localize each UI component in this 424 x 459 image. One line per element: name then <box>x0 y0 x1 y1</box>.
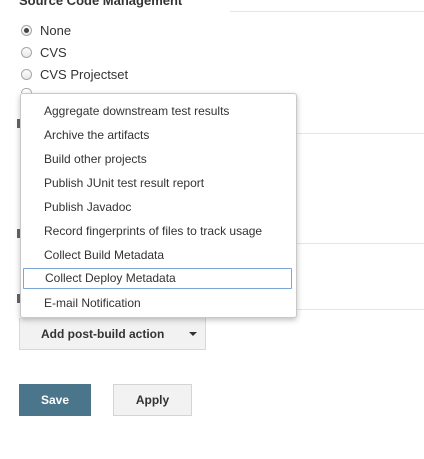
section-divider <box>297 309 424 310</box>
radio-unchecked-icon[interactable] <box>21 46 32 58</box>
menu-item-build-other-projects[interactable]: Build other projects <box>21 147 296 171</box>
menu-item-archive-artifacts[interactable]: Archive the artifacts <box>21 123 296 147</box>
menu-item-publish-junit[interactable]: Publish JUnit test result report <box>21 171 296 195</box>
scm-option-cvs[interactable]: CVS <box>21 44 67 60</box>
menu-item-aggregate-downstream[interactable]: Aggregate downstream test results <box>21 99 296 123</box>
menu-item-collect-deploy-metadata[interactable]: Collect Deploy Metadata <box>23 268 292 289</box>
scm-option-label: CVS <box>40 44 67 60</box>
add-post-build-action-button[interactable]: Add post-build action <box>19 318 206 350</box>
section-divider <box>297 133 424 134</box>
radio-unchecked-icon[interactable] <box>21 68 32 80</box>
menu-item-email-notification[interactable]: E-mail Notification <box>21 291 296 315</box>
radio-checked-icon[interactable] <box>21 24 32 36</box>
apply-button[interactable]: Apply <box>113 384 192 416</box>
post-build-action-menu: Aggregate downstream test results Archiv… <box>20 93 297 318</box>
menu-item-record-fingerprints[interactable]: Record fingerprints of files to track us… <box>21 219 296 243</box>
caret-down-icon <box>189 332 197 336</box>
save-button[interactable]: Save <box>19 384 91 416</box>
menu-item-publish-javadoc[interactable]: Publish Javadoc <box>21 195 296 219</box>
scm-option-cvs-projectset[interactable]: CVS Projectset <box>21 66 128 82</box>
scm-option-label: CVS Projectset <box>40 66 129 82</box>
scm-section-title: Source Code Management <box>19 0 183 8</box>
add-post-build-action-label: Add post-build action <box>41 326 165 341</box>
section-divider <box>297 243 424 244</box>
scm-option-label: None <box>40 22 72 38</box>
menu-item-collect-build-metadata[interactable]: Collect Build Metadata <box>21 243 296 267</box>
scm-title-divider <box>230 11 424 12</box>
scm-option-none[interactable]: None <box>21 22 71 38</box>
